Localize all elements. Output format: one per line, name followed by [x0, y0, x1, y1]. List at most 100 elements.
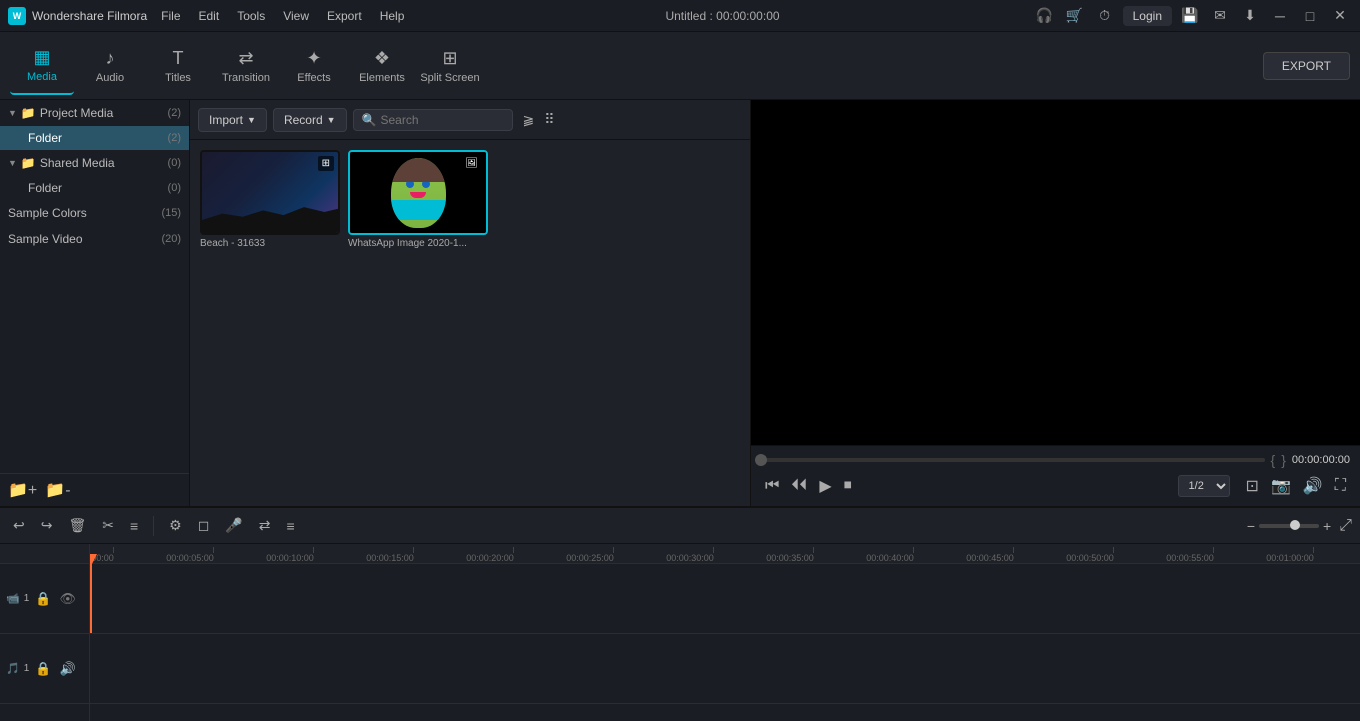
- toolbar-elements[interactable]: ❖ Elements: [350, 37, 414, 95]
- zoom-minus-icon[interactable]: −: [1247, 518, 1255, 534]
- playhead[interactable]: [90, 564, 92, 633]
- preview-controls: { } 00:00:00:00 ⏮ ⏴⏴ ▶ ⏹ 1/2 1/4 Full ⊡: [751, 445, 1360, 506]
- menu-export[interactable]: Export: [319, 7, 370, 25]
- toolbar-transition[interactable]: ⇄ Transition: [214, 37, 278, 95]
- menu-edit[interactable]: Edit: [191, 7, 228, 25]
- new-folder-icon[interactable]: 📁+: [8, 480, 37, 500]
- video-track-row[interactable]: [90, 564, 1360, 634]
- track-lock-button[interactable]: 🔒: [33, 589, 53, 609]
- undo-button[interactable]: ↩: [8, 514, 30, 537]
- record-button[interactable]: Record ▼: [273, 108, 347, 132]
- stop-button[interactable]: ⏹: [840, 473, 856, 499]
- redo-button[interactable]: ↪: [36, 514, 58, 537]
- expand-icon[interactable]: ⤢: [1339, 517, 1352, 535]
- audio-volume-button[interactable]: 🔊: [57, 659, 77, 679]
- sidebar-item-sample-colors[interactable]: Sample Colors (15): [0, 200, 189, 226]
- track-labels: 📹 1 🔒 👁 🎵 1 🔒 🔊: [0, 544, 90, 721]
- save-icon[interactable]: 💾: [1178, 4, 1202, 28]
- menu-file[interactable]: File: [153, 7, 188, 25]
- grid-view-icon[interactable]: ⠿: [544, 111, 554, 128]
- filter-icon[interactable]: ⫺: [523, 111, 535, 128]
- timeline-content: 00:00:00:00 00:00:05:00 00:00:10:00 00:0…: [90, 544, 1360, 721]
- mask-button[interactable]: ◻: [193, 514, 215, 537]
- folder-icon-2: 📁: [21, 156, 36, 170]
- toolbar-splitscreen[interactable]: ⊞ Split Screen: [418, 37, 482, 95]
- clock-icon[interactable]: ⏱: [1093, 4, 1117, 28]
- audio-lock-button[interactable]: 🔒: [33, 659, 53, 679]
- transition-tl-button[interactable]: ⇄: [254, 514, 276, 537]
- ruler-mark-10: 00:00:50:00: [1066, 553, 1114, 563]
- play-button[interactable]: ▶: [815, 472, 835, 500]
- audio-track-row[interactable]: [90, 634, 1360, 704]
- timeline-toolbar: ↩ ↪ 🗑 ✂ ≡ ⚙ ◻ 🎤 ⇄ ≡ − + ⤢: [0, 508, 1360, 544]
- adjust-button[interactable]: ≡: [125, 515, 143, 537]
- quality-select[interactable]: 1/2 1/4 Full: [1178, 475, 1230, 497]
- titlebar: W Wondershare Filmora File Edit Tools Vi…: [0, 0, 1360, 32]
- download-icon[interactable]: ⬇: [1238, 4, 1262, 28]
- timeline-area: ↩ ↪ 🗑 ✂ ≡ ⚙ ◻ 🎤 ⇄ ≡ − + ⤢ 📹 1 🔒 �: [0, 506, 1360, 721]
- zoom-plus-icon[interactable]: +: [1323, 518, 1331, 534]
- menu-tools[interactable]: Tools: [229, 7, 273, 25]
- close-button[interactable]: ✕: [1328, 4, 1352, 28]
- preview-progress: { } 00:00:00:00: [761, 452, 1350, 468]
- screenshot-button[interactable]: ⊡: [1242, 472, 1263, 500]
- ruler-mark-6: 00:00:30:00: [666, 553, 714, 563]
- sidebar-item-sample-video[interactable]: Sample Video (20): [0, 226, 189, 252]
- media-thumb-whatsapp[interactable]: 🖼: [348, 150, 488, 235]
- zoom-slider[interactable]: [1259, 524, 1319, 528]
- ruler-mark-4: 00:00:20:00: [466, 553, 514, 563]
- main-toolbar: ▦ Media ♪ Audio T Titles ⇄ Transition ✦ …: [0, 32, 1360, 100]
- cart-icon[interactable]: 🛒: [1063, 4, 1087, 28]
- sidebar-section-project-media[interactable]: ▼ 📁 Project Media (2): [0, 100, 189, 126]
- frame-back-button[interactable]: ⏴⏴: [787, 473, 811, 499]
- toolbar-audio[interactable]: ♪ Audio: [78, 37, 142, 95]
- menu-view[interactable]: View: [275, 7, 317, 25]
- track-eye-button[interactable]: 👁: [57, 589, 78, 609]
- cut-button[interactable]: ✂: [97, 514, 119, 537]
- remove-folder-icon[interactable]: 📁-: [45, 480, 70, 500]
- audio-track-number: 1: [24, 663, 30, 674]
- media-label-beach: Beach - 31633: [200, 238, 340, 249]
- sidebar-item-folder[interactable]: Folder (2): [0, 126, 189, 150]
- login-button[interactable]: Login: [1123, 6, 1172, 26]
- minimize-button[interactable]: ─: [1268, 4, 1292, 28]
- toolbar-media[interactable]: ▦ Media: [10, 37, 74, 95]
- delete-button[interactable]: 🗑: [63, 514, 91, 537]
- preview-buttons: ⏮ ⏴⏴ ▶ ⏹ 1/2 1/4 Full ⊡ 📷 🔊 ⛶: [761, 472, 1350, 500]
- media-thumb-beach[interactable]: ⊞: [200, 150, 340, 235]
- media-grid: ⊞ Beach - 31633: [190, 140, 750, 506]
- media-icon: ▦: [33, 47, 50, 68]
- volume-button[interactable]: 🔊: [1299, 472, 1327, 500]
- preview-extra-buttons: ⊡ 📷 🔊 ⛶: [1242, 472, 1350, 500]
- maximize-button[interactable]: □: [1298, 4, 1322, 28]
- progress-handle[interactable]: [755, 454, 767, 466]
- mic-button[interactable]: 🎤: [220, 514, 247, 537]
- headset-icon[interactable]: 🎧: [1033, 4, 1057, 28]
- sidebar-item-folder2[interactable]: Folder (0): [0, 176, 189, 200]
- search-input[interactable]: [381, 113, 504, 127]
- menu-help[interactable]: Help: [372, 7, 413, 25]
- app-logo: W: [8, 7, 26, 25]
- step-back-button[interactable]: ⏮: [761, 473, 783, 499]
- titles-label: Titles: [165, 72, 191, 84]
- audio-icon: ♪: [106, 48, 115, 69]
- sample-colors-label: Sample Colors: [8, 206, 87, 220]
- zoom-handle[interactable]: [1290, 520, 1300, 530]
- fullscreen-button[interactable]: ⛶: [1331, 473, 1350, 499]
- progress-bar[interactable]: [761, 458, 1265, 462]
- subtitle-button[interactable]: ≡: [282, 515, 300, 537]
- settings-button[interactable]: ⚙: [164, 514, 187, 537]
- sidebar-folder-count: (2): [168, 132, 181, 144]
- camera-button[interactable]: 📷: [1267, 472, 1295, 500]
- zoom-group: − + ⤢: [1247, 517, 1352, 535]
- toolbar-titles[interactable]: T Titles: [146, 37, 210, 95]
- sidebar-section-shared-media[interactable]: ▼ 📁 Shared Media (0): [0, 150, 189, 176]
- media-toolbar: Import ▼ Record ▼ 🔍 ⫺ ⠿: [190, 100, 750, 140]
- toolbar-effects[interactable]: ✦ Effects: [282, 37, 346, 95]
- mail-icon[interactable]: ✉: [1208, 4, 1232, 28]
- import-button[interactable]: Import ▼: [198, 108, 267, 132]
- export-button[interactable]: EXPORT: [1263, 52, 1350, 80]
- effects-icon: ✦: [306, 48, 321, 69]
- media-label-whatsapp: WhatsApp Image 2020-1...: [348, 238, 488, 249]
- search-icon: 🔍: [362, 113, 377, 127]
